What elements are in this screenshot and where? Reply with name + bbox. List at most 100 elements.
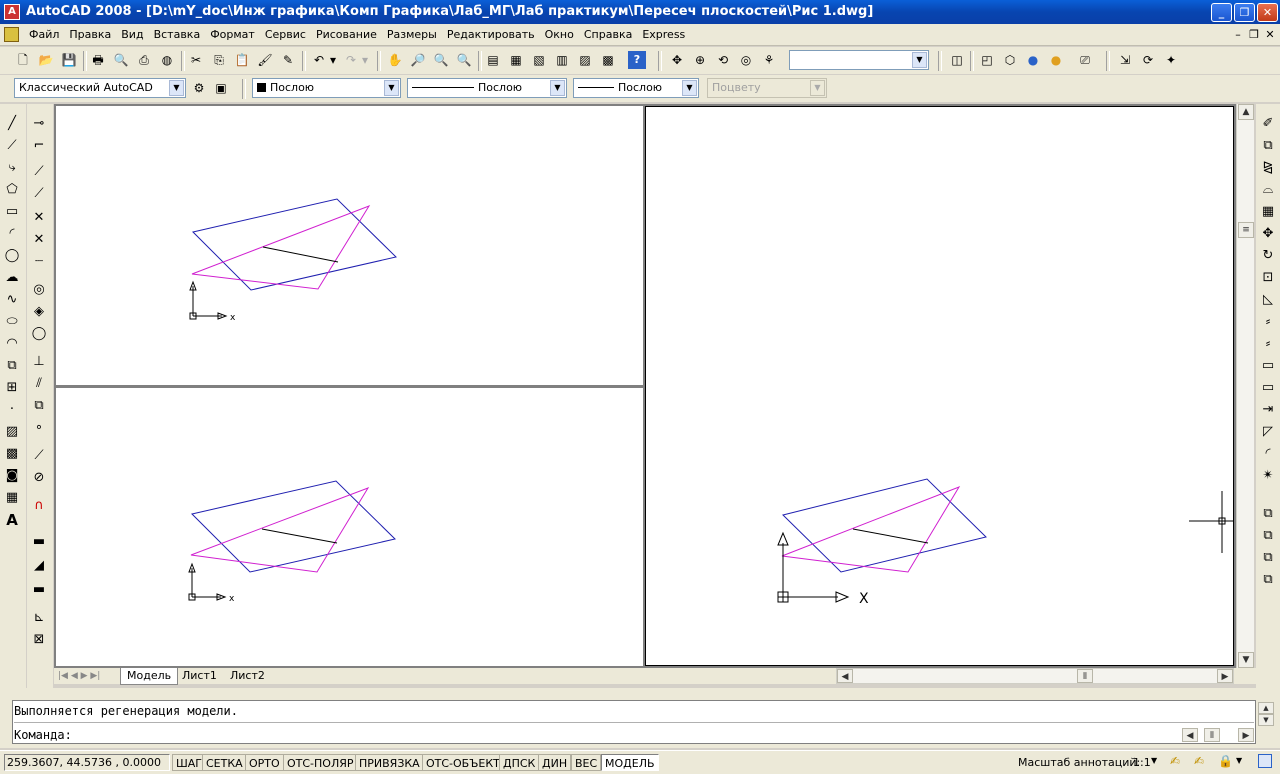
history-scroll-up-icon[interactable]: ▲ <box>1258 702 1274 714</box>
block-editor-icon[interactable]: ✎ <box>279 51 297 69</box>
fillet-icon[interactable]: ◜ <box>1258 444 1278 464</box>
extend-icon[interactable]: ⸗ <box>1258 334 1278 354</box>
publish-icon[interactable]: ⎙ <box>135 51 153 69</box>
construction-line-icon[interactable]: ⟋ <box>2 136 22 156</box>
menu-item-4[interactable]: Формат <box>205 28 260 41</box>
snap-parallel-icon[interactable]: ⫽ <box>29 374 49 394</box>
save-icon[interactable]: 💾 <box>60 51 78 69</box>
menu-item-5[interactable]: Сервис <box>260 28 311 41</box>
status-menu-dropdown-icon[interactable]: ▼ <box>1236 756 1242 765</box>
redo-dropdown-icon[interactable]: ▾ <box>360 51 370 69</box>
command-prompt[interactable]: Команда: <box>14 728 72 742</box>
polygon-icon[interactable]: ⬠ <box>2 180 22 200</box>
auto-scale-icon[interactable]: ✍ <box>1194 754 1204 768</box>
revision-cloud-icon[interactable]: ☁ <box>2 268 22 288</box>
layer-manager-icon[interactable]: ⎚ <box>1076 51 1094 69</box>
3d-dwf-icon[interactable]: ◍ <box>158 51 176 69</box>
plotstyle-combo[interactable]: Поцвету ▼ <box>707 78 827 98</box>
scroll-up-icon[interactable]: ▲ <box>1238 104 1254 120</box>
scroll-left-icon[interactable]: ◀ <box>837 669 853 683</box>
doc-close-icon[interactable]: ✕ <box>1262 28 1278 41</box>
copy-icon[interactable]: ⎘ <box>210 51 228 69</box>
point-icon[interactable]: · <box>2 400 22 420</box>
clean-screen-icon[interactable] <box>1258 754 1272 768</box>
lwt-toggle[interactable]: ВЕС <box>571 754 602 771</box>
table-icon[interactable]: ▦ <box>2 488 22 508</box>
circle-icon[interactable]: ◯ <box>2 246 22 266</box>
menu-item-6[interactable]: Рисование <box>311 28 382 41</box>
pan-realtime-icon[interactable]: ✋ <box>386 51 404 69</box>
match-properties-icon[interactable]: 🖌 <box>256 51 274 69</box>
zoom-window-icon[interactable]: 🔍 <box>432 51 450 69</box>
coordinates-readout[interactable]: 259.3607, 44.5736 , 0.0000 <box>4 754 170 771</box>
join-icon[interactable]: ⇥ <box>1258 400 1278 420</box>
snap-extension-icon[interactable]: ┈ <box>29 252 49 272</box>
horizontal-scrollbar[interactable]: ◀ ⦀ ▶ <box>836 668 1234 684</box>
menu-item-3[interactable]: Вставка <box>149 28 206 41</box>
ellipse-arc-icon[interactable]: ◠ <box>2 334 22 354</box>
document-icon[interactable] <box>4 27 19 42</box>
horizontal-scroll-thumb[interactable]: ⦀ <box>1077 669 1093 683</box>
copy-object-icon[interactable]: ⧉ <box>1258 136 1278 156</box>
close-button[interactable]: ✕ <box>1257 3 1278 22</box>
render-icon[interactable]: ● <box>1047 51 1065 69</box>
render-env-icon[interactable]: ✦ <box>1162 51 1180 69</box>
tab-model[interactable]: Модель <box>120 668 179 685</box>
menu-item-8[interactable]: Редактировать <box>442 28 540 41</box>
break-at-point-icon[interactable]: ▭ <box>1258 356 1278 376</box>
3d-orbit-icon[interactable]: ⟲ <box>714 51 732 69</box>
temp-track-icon[interactable]: ⊸ <box>29 114 49 134</box>
snap-node-icon[interactable]: ∘ <box>29 418 49 438</box>
snap-perpendicular-icon[interactable]: ⊥ <box>29 352 49 372</box>
multiline-text-icon[interactable]: A <box>2 510 22 530</box>
draw-order-back-icon[interactable]: ⧉ <box>1258 526 1278 546</box>
snap-none-icon[interactable]: ⊘ <box>29 468 49 488</box>
draw-order-front-icon[interactable]: ⧉ <box>1258 504 1278 524</box>
offset-icon[interactable]: ⌓ <box>1258 180 1278 200</box>
3d-pan-icon[interactable]: ✥ <box>668 51 686 69</box>
snap-midpoint-icon[interactable]: ⟋ <box>29 184 49 204</box>
viewport-top-left[interactable]: x <box>56 106 643 385</box>
plot-preview-icon[interactable]: 🔍 <box>112 51 130 69</box>
orbit-icon[interactable]: ⟳ <box>1139 51 1157 69</box>
cut-icon[interactable]: ✂ <box>187 51 205 69</box>
snap-endpoint-icon[interactable]: ⟋ <box>29 162 49 182</box>
minimize-button[interactable]: _ <box>1211 3 1232 22</box>
visual-style-icon[interactable]: ● <box>1024 51 1042 69</box>
scroll-down-icon[interactable]: ▼ <box>1238 652 1254 668</box>
snap-insert-icon[interactable]: ⧉ <box>29 396 49 416</box>
3d-zoom-icon[interactable]: ⊕ <box>691 51 709 69</box>
vertical-scrollbar[interactable]: ▲ ≡ ▼ <box>1236 104 1254 668</box>
cmd-scroll-thumb[interactable]: ⦀ <box>1204 728 1220 742</box>
3d-free-orbit-icon[interactable]: ◎ <box>737 51 755 69</box>
make-block-icon[interactable]: ⊞ <box>2 378 22 398</box>
workspace-combo[interactable]: Классический AutoCAD ▼ <box>14 78 186 98</box>
spline-icon[interactable]: ∿ <box>2 290 22 310</box>
new-icon[interactable]: 🗋 <box>14 51 32 69</box>
erase-icon[interactable]: ✐ <box>1258 114 1278 134</box>
markup-icon[interactable]: ▨ <box>576 51 594 69</box>
annotation-scale-value[interactable]: 1:1 <box>1133 756 1151 769</box>
dim-aligned-icon[interactable]: ◢ <box>29 556 49 576</box>
calculator-icon[interactable]: ▩ <box>599 51 617 69</box>
zoom-realtime-icon[interactable]: 🔎 <box>409 51 427 69</box>
paste-icon[interactable]: 📋 <box>233 51 251 69</box>
tab-layout2[interactable]: Лист2 <box>224 668 271 684</box>
draw-order-under-icon[interactable]: ⧉ <box>1258 570 1278 590</box>
model-toggle[interactable]: МОДЕЛЬ <box>601 754 659 771</box>
menu-item-10[interactable]: Справка <box>579 28 637 41</box>
history-scroll-down-icon[interactable]: ▼ <box>1258 714 1274 726</box>
help-icon[interactable]: ? <box>628 51 646 69</box>
lock-toolbar-icon[interactable]: ▣ <box>212 79 230 97</box>
line-icon[interactable]: ╱ <box>2 114 22 134</box>
snap-intersection-icon[interactable]: ✕ <box>29 208 49 228</box>
hatch-icon[interactable]: ▨ <box>2 422 22 442</box>
menu-item-0[interactable]: Файл <box>24 28 64 41</box>
snap-toggle[interactable]: ШАГ <box>172 754 206 771</box>
osnap-toggle[interactable]: ПРИВЯЗКА <box>355 754 424 771</box>
undo-icon[interactable]: ↶ <box>310 51 328 69</box>
menu-item-1[interactable]: Правка <box>64 28 116 41</box>
polyline-icon[interactable]: ⤷ <box>2 158 22 178</box>
rectangle-icon[interactable]: ▭ <box>2 202 22 222</box>
redo-icon[interactable]: ↷ <box>342 51 360 69</box>
